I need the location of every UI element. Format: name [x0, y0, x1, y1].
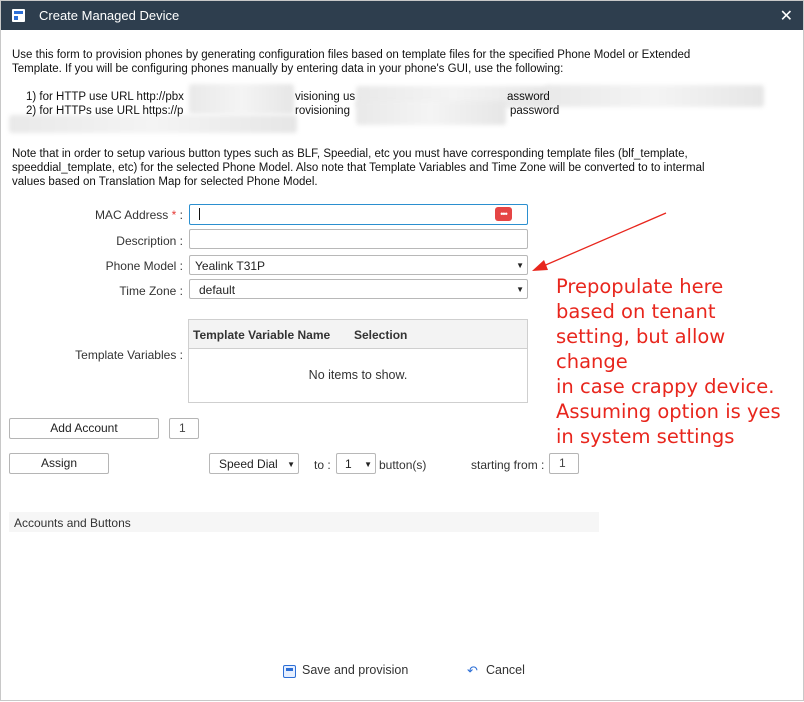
- annotation-line: in system settings: [556, 425, 735, 448]
- annotation-text: Prepopulate here based on tenant setting…: [556, 274, 801, 449]
- annotation-line: in case crappy device.: [556, 375, 775, 398]
- annotation-line: Prepopulate here: [556, 275, 724, 298]
- annotation-line: setting, but allow change: [556, 325, 726, 373]
- create-managed-device-dialog: Create Managed Device ✕ Use this form to…: [0, 0, 804, 701]
- annotation-line: Assuming option is yes: [556, 400, 781, 423]
- annotation-line: based on tenant: [556, 300, 716, 323]
